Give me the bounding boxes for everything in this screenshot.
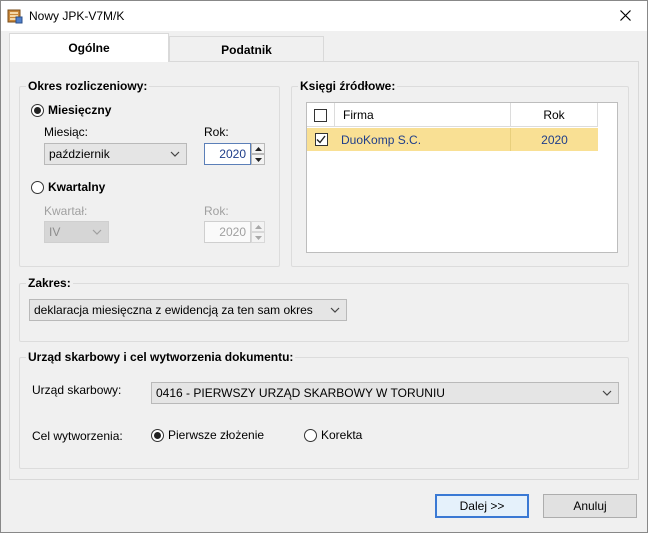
close-button[interactable]	[603, 1, 647, 30]
triangle-up-icon	[254, 146, 262, 151]
year-value-monthly: 2020	[219, 147, 246, 161]
select-all-checkbox[interactable]	[314, 108, 327, 122]
quarter-select[interactable]: IV	[44, 221, 109, 243]
chevron-down-icon	[92, 229, 102, 235]
radio-circle-korekta	[304, 428, 317, 442]
column-header-firma[interactable]: Firma	[335, 103, 511, 127]
year-spinbox-quarterly[interactable]: 2020	[204, 221, 251, 243]
spin-down-button[interactable]	[251, 154, 265, 165]
radio-pierwsze-zlozenie[interactable]: Pierwsze złożenie	[151, 428, 264, 442]
tab-podatnik[interactable]: Podatnik	[169, 36, 324, 62]
radio-circle-miesieczny	[31, 103, 44, 117]
chevron-down-icon	[170, 151, 180, 157]
year-stepper-quarterly[interactable]	[251, 221, 265, 243]
year-label-quarterly: Rok:	[204, 204, 229, 218]
header-select-all[interactable]	[307, 103, 335, 127]
group-urzad-skarbowy: Urząd skarbowy i cel wytworzenia dokumen…	[19, 350, 629, 469]
spin-up-button[interactable]	[251, 221, 265, 232]
group-title-zakres: Zakres:	[26, 276, 73, 290]
row-checkbox[interactable]	[314, 133, 328, 146]
spin-down-button[interactable]	[251, 232, 265, 243]
radio-label-miesieczny: Miesięczny	[48, 103, 112, 117]
radio-kwartalny[interactable]: Kwartalny	[31, 180, 105, 194]
cancel-button[interactable]: Anuluj	[543, 494, 637, 518]
month-label: Miesiąc:	[44, 125, 89, 139]
office-select[interactable]: 0416 - PIERWSZY URZĄD SKARBOWY W TORUNIU	[151, 382, 619, 404]
year-value-quarterly: 2020	[219, 225, 246, 239]
month-select-value: październik	[49, 147, 110, 161]
group-title-okres: Okres rozliczeniowy:	[26, 79, 150, 93]
group-title-ksiegi: Księgi źródłowe:	[298, 79, 398, 93]
ksiegi-grid[interactable]: Firma Rok DuoKomp S.C. 2020	[306, 102, 618, 253]
grid-header: Firma Rok	[307, 103, 598, 127]
column-firma-label: Firma	[343, 108, 374, 122]
radio-circle-pierwsze	[151, 428, 164, 442]
chevron-down-icon	[330, 307, 340, 313]
office-label: Urząd skarbowy:	[32, 383, 122, 397]
triangle-up-icon	[254, 224, 262, 229]
tab-ogolne[interactable]: Ogólne	[9, 33, 169, 62]
quarter-label: Kwartał:	[44, 204, 88, 218]
radio-miesieczny[interactable]: Miesięczny	[31, 103, 111, 117]
close-icon	[619, 10, 631, 21]
purpose-label: Cel wytworzenia:	[32, 429, 123, 443]
radio-circle-kwartalny	[31, 180, 44, 194]
column-header-rok[interactable]: Rok	[511, 103, 598, 127]
jpk-app-icon	[7, 9, 23, 24]
year-label-monthly: Rok:	[204, 125, 229, 139]
row-rok-cell: 2020	[541, 132, 568, 147]
zakres-select[interactable]: deklaracja miesięczna z ewidencją za ten…	[29, 299, 347, 321]
radio-label-pierwsze: Pierwsze złożenie	[168, 428, 265, 442]
triangle-down-icon	[254, 157, 262, 162]
next-button[interactable]: Dalej >>	[435, 494, 529, 518]
group-title-urzad: Urząd skarbowy i cel wytworzenia dokumen…	[26, 350, 296, 364]
month-select[interactable]: październik	[44, 143, 187, 165]
row-firma-cell: DuoKomp S.C.	[335, 128, 511, 151]
table-row[interactable]: DuoKomp S.C. 2020	[307, 128, 598, 151]
dialog-window: Nowy JPK-V7M/K Ogólne Podatnik Okres roz…	[0, 0, 648, 533]
year-stepper-monthly[interactable]	[251, 143, 265, 165]
quarter-select-value: IV	[49, 225, 61, 239]
checkmark-icon	[316, 135, 326, 144]
triangle-down-icon	[254, 235, 262, 240]
spin-up-button[interactable]	[251, 143, 265, 154]
radio-korekta[interactable]: Korekta	[304, 428, 362, 442]
window-title: Nowy JPK-V7M/K	[29, 9, 125, 23]
year-spinbox-monthly[interactable]: 2020	[204, 143, 251, 165]
title-bar: Nowy JPK-V7M/K	[1, 1, 647, 31]
radio-label-korekta: Korekta	[321, 428, 363, 442]
office-select-value: 0416 - PIERWSZY URZĄD SKARBOWY W TORUNIU	[156, 386, 445, 400]
column-rok-label: Rok	[543, 108, 565, 122]
chevron-down-icon	[602, 390, 612, 396]
zakres-select-value: deklaracja miesięczna z ewidencją za ten…	[34, 303, 313, 317]
row-checkbox-cell[interactable]	[307, 128, 335, 151]
radio-label-kwartalny: Kwartalny	[48, 180, 106, 194]
